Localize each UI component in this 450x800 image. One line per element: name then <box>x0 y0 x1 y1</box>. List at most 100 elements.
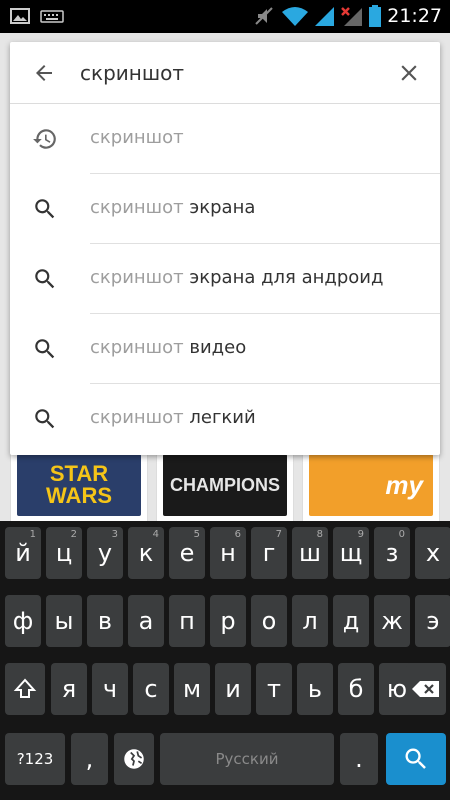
suggestion-item[interactable]: скриншот видео <box>10 314 440 384</box>
key-й[interactable]: й1 <box>5 527 41 579</box>
key-к[interactable]: к4 <box>128 527 164 579</box>
key-ь-label: ь <box>307 675 323 703</box>
key-hint: 7 <box>275 529 282 540</box>
comma-key[interactable]: , <box>71 733 108 785</box>
space-key-label: Русский <box>215 750 279 768</box>
key-б[interactable]: б <box>338 663 374 715</box>
suggestion-query-part: скриншот <box>90 267 184 288</box>
app-thumbnail-title: CHAMPIONS <box>169 475 280 495</box>
key-ш[interactable]: ш8 <box>292 527 328 579</box>
numbers-key[interactable]: ?123 <box>5 733 65 785</box>
search-icon <box>35 409 55 429</box>
key-р[interactable]: р <box>210 595 246 647</box>
key-hint: 4 <box>152 529 159 540</box>
app-thumbnail: STAR WARS <box>17 454 141 516</box>
status-time: 21:27 <box>387 5 442 27</box>
arrow-back-icon[interactable] <box>32 61 56 85</box>
key-hint: 6 <box>234 529 241 540</box>
image-icon <box>10 8 30 24</box>
key-ш-label: ш <box>299 539 321 567</box>
search-icon <box>405 748 426 769</box>
key-т[interactable]: т <box>256 663 292 715</box>
app-thumbnail: CHAMPIONS <box>163 454 287 516</box>
suggestion-text: скриншот легкий <box>90 407 256 428</box>
key-о[interactable]: о <box>251 595 287 647</box>
key-о-label: о <box>261 607 277 635</box>
key-и[interactable]: и <box>215 663 251 715</box>
suggestion-item[interactable]: скриншот <box>10 104 440 174</box>
suggestion-item[interactable]: скриншот экрана для андроид <box>10 244 440 314</box>
key-ы[interactable]: ы <box>46 595 82 647</box>
key-ж-label: ж <box>381 607 403 635</box>
space-key[interactable]: Русский <box>160 733 334 785</box>
key-м[interactable]: м <box>174 663 210 715</box>
key-hint: 2 <box>70 529 77 540</box>
on-screen-keyboard: й1ц2у3к4е5н6г7ш8щ9з0хфывапролджэячсмитьб… <box>0 521 450 800</box>
key-а[interactable]: а <box>128 595 164 647</box>
key-ж[interactable]: ж <box>374 595 410 647</box>
key-м-label: м <box>182 675 202 703</box>
key-э-label: э <box>426 607 440 635</box>
comma-key-label: , <box>85 745 94 773</box>
suggestion-completion: экрана <box>183 197 256 218</box>
key-ц-label: ц <box>55 539 73 567</box>
key-г-label: г <box>262 539 276 567</box>
key-д[interactable]: д <box>333 595 369 647</box>
key-hint: 5 <box>193 529 200 540</box>
key-ф[interactable]: ф <box>5 595 41 647</box>
key-э[interactable]: э <box>415 595 450 647</box>
key-й-label: й <box>15 539 31 567</box>
key-hint: 9 <box>357 529 364 540</box>
close-icon[interactable] <box>396 60 422 86</box>
key-х[interactable]: х <box>415 527 450 579</box>
key-щ[interactable]: щ9 <box>333 527 369 579</box>
search-icon <box>35 199 55 219</box>
key-в[interactable]: в <box>87 595 123 647</box>
key-у[interactable]: у3 <box>87 527 123 579</box>
key-з[interactable]: з0 <box>374 527 410 579</box>
key-ь[interactable]: ь <box>297 663 333 715</box>
suggestion-text: скриншот экрана <box>90 197 255 218</box>
search-input[interactable] <box>80 56 380 90</box>
key-б-label: б <box>348 675 364 703</box>
key-hint: 1 <box>29 529 36 540</box>
key-и-label: и <box>225 675 241 703</box>
key-ю-label: ю <box>386 675 408 703</box>
search-key[interactable] <box>386 733 446 785</box>
key-у-label: у <box>97 539 113 567</box>
key-ц[interactable]: ц2 <box>46 527 82 579</box>
key-е[interactable]: е5 <box>169 527 205 579</box>
key-я-label: я <box>61 675 77 703</box>
key-н-label: н <box>220 539 236 567</box>
key-п-label: п <box>179 607 195 635</box>
search-icon <box>35 339 55 359</box>
key-л[interactable]: л <box>292 595 328 647</box>
key-я[interactable]: я <box>51 663 87 715</box>
key-ч[interactable]: ч <box>92 663 128 715</box>
period-key[interactable]: . <box>340 733 378 785</box>
search-icon <box>35 269 55 289</box>
key-с[interactable]: с <box>133 663 169 715</box>
key-п[interactable]: п <box>169 595 205 647</box>
app-thumbnail-title: my <box>385 470 423 500</box>
key-ф-label: ф <box>12 607 34 635</box>
signal-no-sim-icon <box>341 7 362 26</box>
key-х-label: х <box>425 539 441 567</box>
key-г[interactable]: г7 <box>251 527 287 579</box>
suggestion-text: скриншот видео <box>90 337 246 358</box>
key-т-label: т <box>267 675 281 703</box>
key-д-label: д <box>342 607 360 635</box>
language-key[interactable] <box>114 733 154 785</box>
key-н[interactable]: н6 <box>210 527 246 579</box>
suggestion-completion: видео <box>183 337 247 358</box>
shift-key[interactable] <box>5 663 45 715</box>
backspace-key[interactable] <box>406 663 446 715</box>
key-ы-label: ы <box>54 607 74 635</box>
suggestion-item[interactable]: скриншот экрана <box>10 174 440 244</box>
suggestion-item[interactable]: скриншот легкий <box>10 384 440 454</box>
period-key-label: . <box>355 745 363 773</box>
key-е-label: е <box>179 539 195 567</box>
suggestion-text: скриншот экрана для андроид <box>90 267 383 288</box>
key-с-label: с <box>144 675 158 703</box>
suggestion-text: скриншот <box>90 127 184 148</box>
